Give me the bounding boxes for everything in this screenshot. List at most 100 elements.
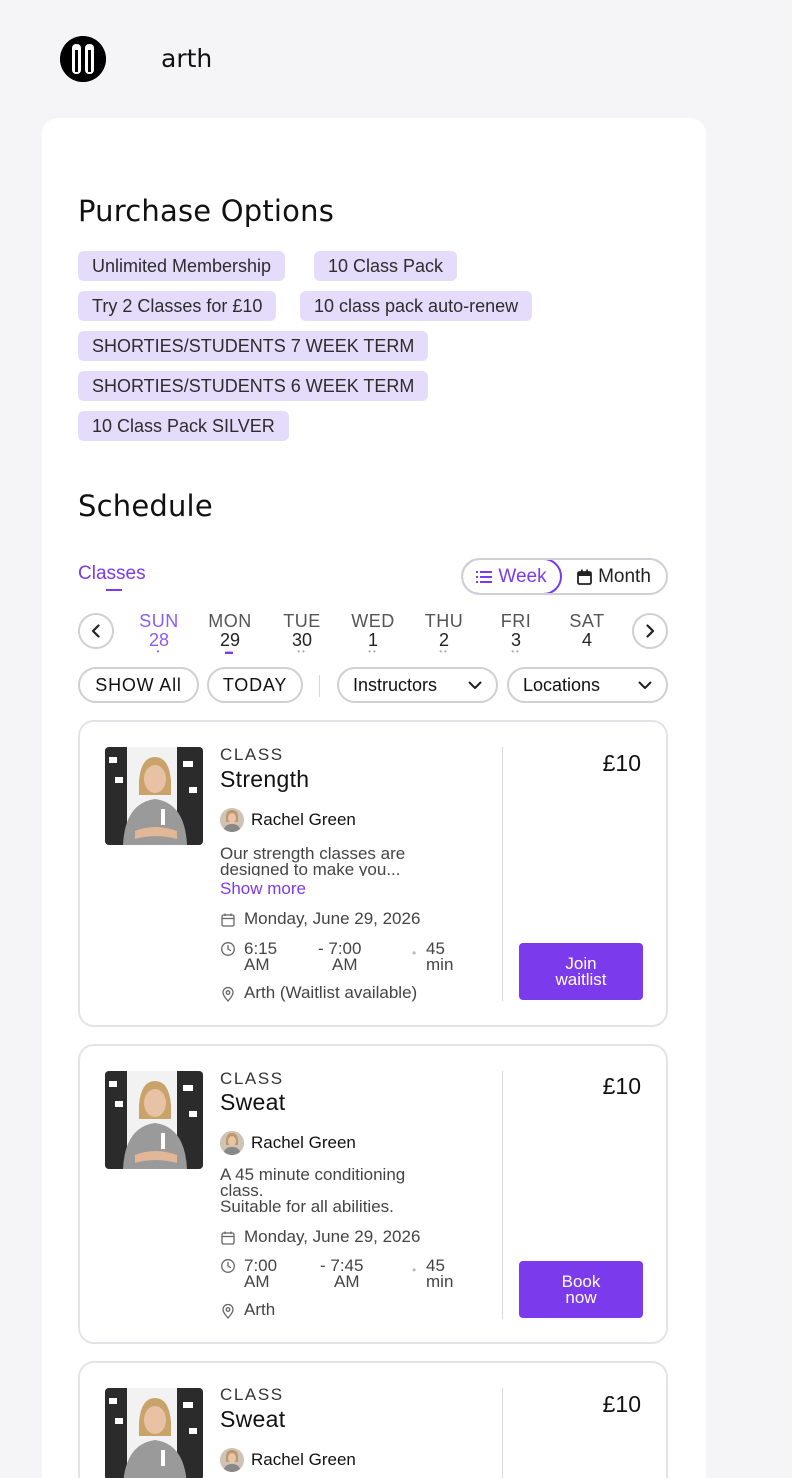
start-ampm: AM xyxy=(244,955,270,974)
purchase-option-chip[interactable]: Try 2 Classes for £10 xyxy=(78,291,277,321)
day-wed[interactable]: WED 1 •• xyxy=(343,611,403,656)
instructor-name: Rachel Green xyxy=(251,1133,356,1152)
day-indicator: •• xyxy=(511,647,521,656)
show-more-link[interactable]: Show more xyxy=(220,879,306,899)
purchase-option-chip[interactable]: Unlimited Membership xyxy=(78,251,286,281)
calendar-icon xyxy=(577,569,592,585)
day-fri[interactable]: FRI 3 •• xyxy=(486,611,546,656)
start-ampm: AM xyxy=(244,1272,270,1291)
chevron-left-icon xyxy=(91,624,100,638)
class-type-label: CLASS xyxy=(220,745,284,764)
cta-line: waitlist xyxy=(555,969,607,989)
purchase-option-chip[interactable]: 10 Class Pack SILVER xyxy=(78,411,289,441)
class-price: £10 xyxy=(602,750,641,776)
separator-dot: • xyxy=(412,946,417,960)
purchase-option-chip[interactable]: SHORTIES/STUDENTS 7 WEEK TERM xyxy=(78,331,429,361)
instructor-avatar xyxy=(220,1448,244,1472)
class-time: 6:15 AM - 7:00 AM • 45 min xyxy=(220,940,480,975)
card-divider xyxy=(502,1071,503,1319)
prev-week-button[interactable] xyxy=(78,613,114,649)
instructor[interactable]: Rachel Green xyxy=(220,1448,356,1472)
class-card: CLASS Sweat Rachel Green £10 xyxy=(78,1361,668,1478)
book-now-button[interactable]: Book now xyxy=(519,1261,643,1318)
day-sat[interactable]: SAT 4 xyxy=(557,611,617,655)
day-indicator: ▬ xyxy=(225,647,235,656)
class-image[interactable] xyxy=(105,747,203,845)
cta-line: now xyxy=(565,1287,597,1307)
class-description-line: designed to make you... xyxy=(220,862,401,876)
tab-classes-label: Classes xyxy=(78,563,146,584)
class-title[interactable]: Sweat xyxy=(220,1406,285,1433)
day-mon[interactable]: MON 29 ▬ xyxy=(200,611,260,656)
instructor-name: Rachel Green xyxy=(251,1450,356,1469)
class-title[interactable]: Sweat xyxy=(220,1089,285,1116)
instructor-avatar xyxy=(220,808,244,832)
month-view-button[interactable]: Month xyxy=(562,560,666,593)
view-toggle: Week Month xyxy=(461,558,668,595)
day-name: FRI xyxy=(500,611,532,631)
chevron-down-icon xyxy=(468,681,482,689)
locations-dropdown-label: Locations xyxy=(523,674,601,695)
month-view-label: Month xyxy=(598,565,651,587)
clock-icon xyxy=(221,942,235,956)
purchase-option-chip[interactable]: 10 Class Pack xyxy=(314,251,458,281)
purchase-options-title: Purchase Options xyxy=(78,194,335,228)
purchase-option-chip[interactable]: 10 class pack auto-renew xyxy=(300,291,533,321)
class-time: 7:00 AM - 7:45 AM • 45 min xyxy=(220,1257,480,1292)
duration-unit: min xyxy=(426,1272,454,1291)
day-name: SUN xyxy=(139,611,179,631)
day-name: WED xyxy=(351,611,395,631)
clock-icon xyxy=(221,1259,235,1273)
tab-underline xyxy=(106,589,122,591)
day-sun[interactable]: SUN 28 • xyxy=(129,611,189,656)
class-price: £10 xyxy=(602,1391,641,1417)
brand-name: arth xyxy=(161,44,213,73)
day-indicator: •• xyxy=(439,647,449,656)
class-image[interactable] xyxy=(105,1388,203,1478)
class-type-label: CLASS xyxy=(220,1069,284,1088)
class-date: Monday, June 29, 2026 xyxy=(220,909,421,928)
chevron-right-icon xyxy=(646,624,655,638)
day-name: MON xyxy=(208,611,252,631)
locations-dropdown[interactable]: Locations xyxy=(507,667,668,703)
today-button[interactable]: TODAY xyxy=(207,667,303,703)
week-view-button[interactable]: Week xyxy=(463,560,562,593)
brand-logo[interactable] xyxy=(60,36,106,82)
class-date: Monday, June 29, 2026 xyxy=(220,1227,421,1246)
instructors-dropdown[interactable]: Instructors xyxy=(337,667,498,703)
list-icon xyxy=(476,570,493,583)
class-type-label: CLASS xyxy=(220,1385,284,1404)
week-view-label: Week xyxy=(498,565,547,587)
calendar-icon xyxy=(221,1231,235,1245)
card-divider xyxy=(502,1388,503,1478)
day-indicator: •• xyxy=(368,647,378,656)
class-description: Our strength classes are designed to mak… xyxy=(220,845,460,876)
chevron-down-icon xyxy=(638,681,652,689)
instructor[interactable]: Rachel Green xyxy=(220,808,356,832)
card-divider xyxy=(502,747,503,1001)
duration-unit: min xyxy=(426,955,454,974)
location-pin-icon xyxy=(222,986,234,1002)
class-date-text: Monday, June 29, 2026 xyxy=(244,909,421,928)
class-price: £10 xyxy=(602,1073,641,1099)
day-name: SAT xyxy=(569,611,605,631)
next-week-button[interactable] xyxy=(632,613,668,649)
day-name: THU xyxy=(424,611,464,631)
day-indicator: • xyxy=(156,647,162,656)
day-tue[interactable]: TUE 30 •• xyxy=(272,611,332,656)
show-all-button[interactable]: SHOW All xyxy=(78,667,199,703)
purchase-option-chip[interactable]: SHORTIES/STUDENTS 6 WEEK TERM xyxy=(78,371,429,401)
location-pin-icon xyxy=(222,1303,234,1319)
class-title[interactable]: Strength xyxy=(220,766,309,793)
calendar-icon xyxy=(221,913,235,927)
class-date-text: Monday, June 29, 2026 xyxy=(244,1227,421,1246)
join-waitlist-button[interactable]: Join waitlist xyxy=(519,943,643,1000)
instructor[interactable]: Rachel Green xyxy=(220,1131,356,1155)
schedule-title: Schedule xyxy=(78,489,213,523)
end-ampm: AM xyxy=(332,955,358,974)
class-image[interactable] xyxy=(105,1071,203,1169)
day-thu[interactable]: THU 2 •• xyxy=(414,611,474,656)
day-number: 4 xyxy=(581,630,592,650)
end-ampm: AM xyxy=(334,1272,360,1291)
tab-classes[interactable]: Classes xyxy=(78,563,146,591)
